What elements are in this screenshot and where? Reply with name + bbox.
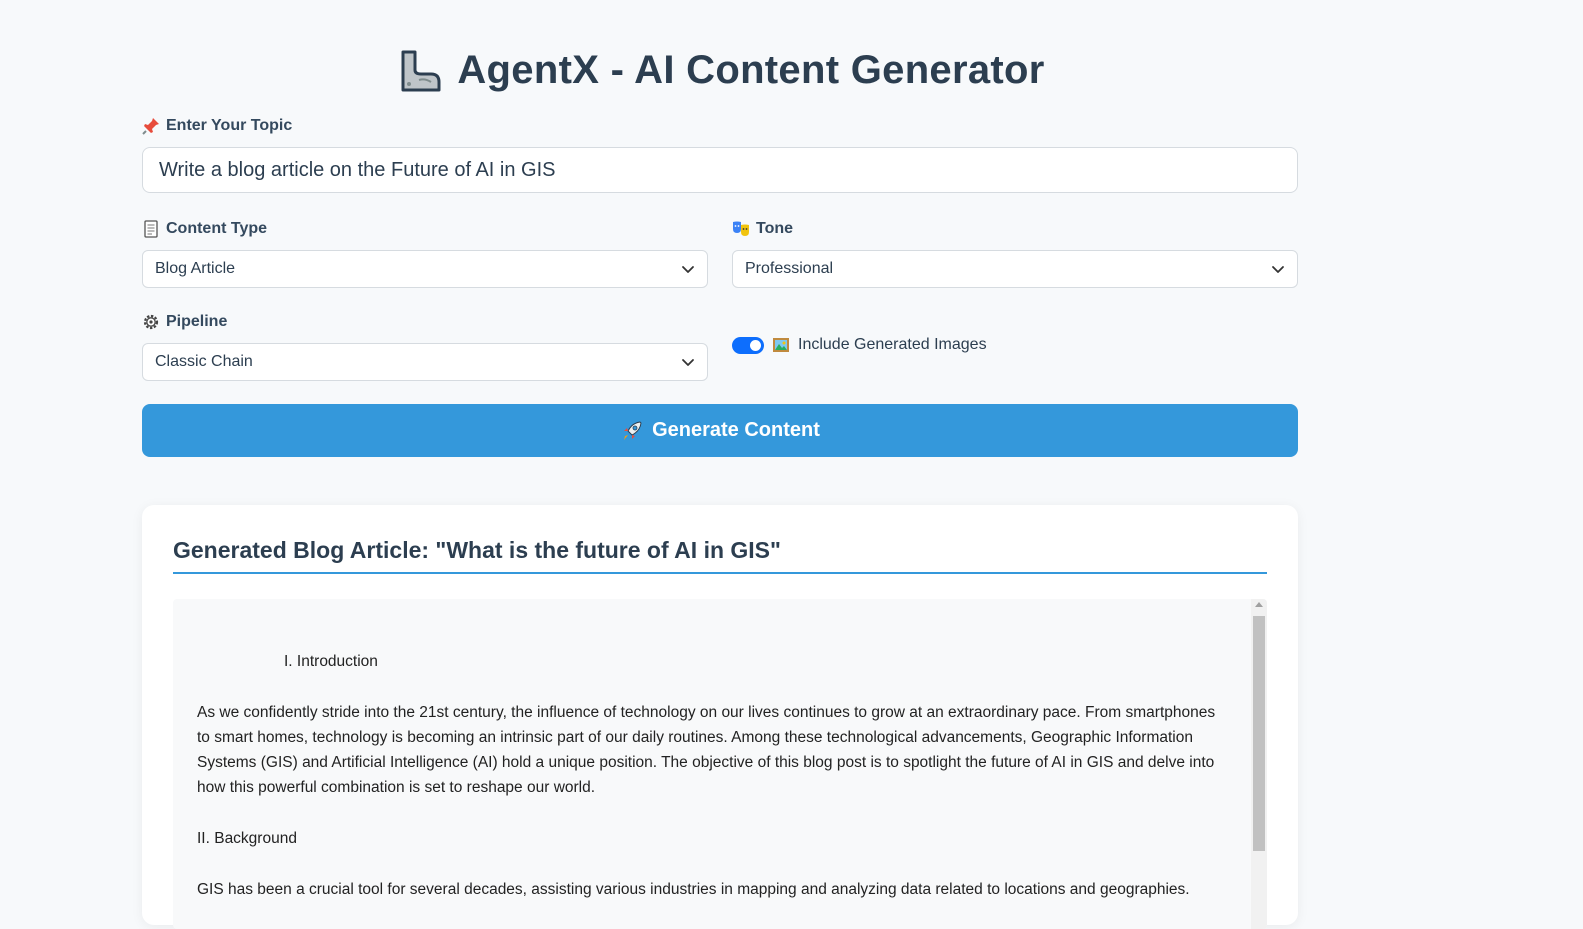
content-paragraph: As we confidently stride into the 21st c… bbox=[197, 704, 1216, 796]
vertical-scrollbar[interactable] bbox=[1251, 599, 1267, 929]
theater-masks-icon bbox=[733, 221, 749, 236]
generate-content-button[interactable]: Generate Content bbox=[142, 404, 1298, 457]
topic-label-text: Enter Your Topic bbox=[166, 117, 293, 134]
chevron-down-icon bbox=[1272, 266, 1284, 273]
page-icon bbox=[144, 220, 158, 238]
content-paragraph: GIS has been a crucial tool for several … bbox=[197, 881, 1190, 898]
result-card: Generated Blog Article: "What is the fut… bbox=[142, 505, 1298, 929]
generated-content-text: I. Introduction As we confidently stride… bbox=[197, 649, 1227, 928]
pushpin-icon bbox=[142, 118, 159, 135]
flexed-biceps-icon bbox=[401, 50, 441, 92]
gear-icon bbox=[143, 314, 159, 330]
tone-select[interactable]: Professional bbox=[732, 250, 1298, 288]
pipeline-value: Classic Chain bbox=[155, 353, 253, 370]
page-header: AgentX - AI Content Generator bbox=[142, 40, 1298, 100]
generate-content-label: Generate Content bbox=[652, 419, 820, 441]
topic-label: Enter Your Topic bbox=[142, 117, 292, 135]
chevron-down-icon bbox=[682, 359, 694, 366]
result-title: Generated Blog Article: "What is the fut… bbox=[173, 537, 1267, 574]
tone-label-text: Tone bbox=[756, 220, 794, 237]
content-heading: II. Background bbox=[197, 830, 297, 847]
tone-label: Tone bbox=[732, 220, 793, 238]
content-type-select[interactable]: Blog Article bbox=[142, 250, 708, 288]
pipeline-label: Pipeline bbox=[142, 313, 227, 331]
content-type-label: Content Type bbox=[142, 220, 267, 238]
chevron-down-icon bbox=[682, 266, 694, 273]
content-type-value: Blog Article bbox=[155, 260, 236, 277]
topic-input[interactable] bbox=[142, 147, 1298, 193]
rocket-icon bbox=[624, 420, 642, 440]
scrollbar-thumb[interactable] bbox=[1253, 616, 1265, 851]
generated-content-box[interactable]: I. Introduction As we confidently stride… bbox=[173, 599, 1267, 929]
page-title: AgentX - AI Content Generator bbox=[457, 47, 1045, 92]
switch-knob bbox=[750, 339, 761, 351]
include-images-label: Include Generated Images bbox=[798, 336, 987, 353]
scroll-up-arrow-icon[interactable] bbox=[1255, 602, 1263, 607]
tone-value: Professional bbox=[745, 260, 834, 277]
content-type-label-text: Content Type bbox=[166, 220, 268, 237]
pipeline-select[interactable]: Classic Chain bbox=[142, 343, 708, 381]
include-images-toggle-row: Include Generated Images bbox=[732, 336, 987, 354]
content-heading: I. Introduction bbox=[284, 653, 378, 670]
pipeline-label-text: Pipeline bbox=[166, 313, 228, 330]
include-images-switch[interactable] bbox=[732, 336, 764, 354]
framed-picture-icon bbox=[773, 338, 789, 352]
